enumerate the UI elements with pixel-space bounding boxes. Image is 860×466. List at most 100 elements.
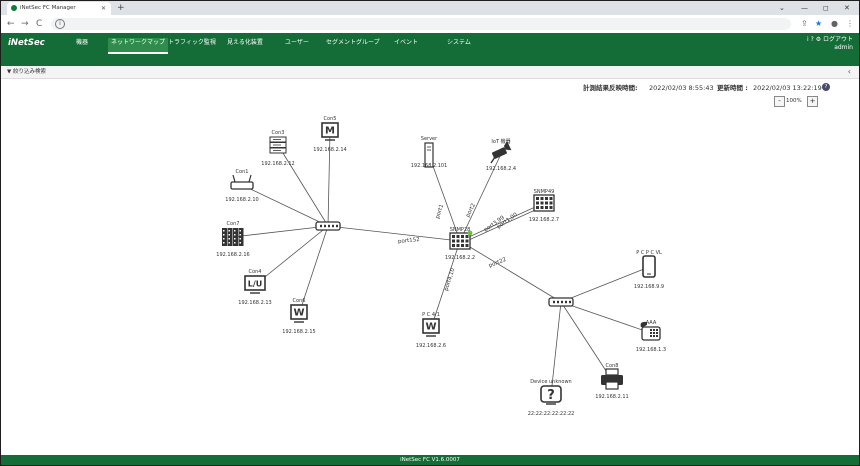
tab-search-icon[interactable]: ⌄ [779,1,785,15]
map-node-hub1[interactable] [315,221,341,231]
bookmark-star-icon[interactable]: ★ [815,17,822,31]
site-info-icon[interactable]: i [55,19,65,29]
nav-visualization-devices[interactable]: 見える化装置 [227,38,263,52]
zoom-out-button[interactable]: - [774,96,785,107]
node-name: Con6 [293,298,306,304]
map-node-printer[interactable]: Con8 192.168.2.11 [595,363,628,400]
links-layer: port152port1 port2port3,99port1,00port4,1… [232,131,652,396]
node-name: AAA [646,320,657,326]
map-node-con1[interactable]: Con1 192.168.2.10 [225,169,258,203]
footer-version: iNetSec FC V1.6.0007 [1,455,859,465]
device-glyph: W [293,308,304,319]
node-ip: 192.168.2.6 [416,343,446,349]
zoom-level: 100% [786,98,802,104]
printer-icon [601,368,623,390]
nav-users[interactable]: ユーザー [285,38,309,52]
map-node-aaa[interactable]: AAA 192.168.1.3 [636,320,666,353]
port-label: port4,10 [444,267,457,292]
core-switch-icon [449,230,473,250]
update-time-value: 2022/02/03 13:22:19 [753,84,822,92]
favicon-icon [11,5,17,11]
node-name: Con4 [249,269,262,275]
update-time-label: 更新時間 : [717,84,748,92]
app-window: iNetSec FC Manager ✕ + ⌄ — ◻ ✕ ← → C i ⇪… [0,0,860,466]
map-node-con6[interactable]: W Con6 192.168.2.15 [282,298,315,335]
node-ip: 192.168.2.7 [529,217,559,223]
browser-tab[interactable]: iNetSec FC Manager ✕ [7,2,111,15]
map-node-hub2[interactable] [548,297,574,307]
url-field[interactable]: i [51,18,791,30]
map-node-phone[interactable]: P C P C VL 192.168.9.9 [634,250,664,290]
node-name: IoT 機器 [491,138,510,145]
device-glyph: ? [547,388,555,403]
link-hub2-aaa [560,301,652,334]
switch-grid-icon [533,194,555,212]
close-tab-icon[interactable]: ✕ [101,2,106,15]
node-ip: 192.168.2.12 [261,161,294,167]
app-logo: iNetSec [8,38,45,48]
map-node-unknown[interactable]: ? Device unknown 22:22:22:22:22:22 [528,379,575,417]
new-tab-button[interactable]: + [117,1,125,15]
map-node-con3[interactable]: Con3 192.168.2.12 [261,130,294,167]
link-hub1-core [327,225,461,242]
maximize-button[interactable]: ◻ [823,1,829,15]
nav-network-map[interactable]: ネットワークマップ [108,38,169,54]
nav-events[interactable]: イベント [394,38,418,52]
map-node-server[interactable]: Server 192.168.2.101 [411,136,448,169]
map-node-con5[interactable]: M Con5 192.168.2.14 [313,116,346,153]
back-icon[interactable]: ← [7,17,15,31]
windows-icon: W [422,318,440,337]
logout-link[interactable]: i ? ⚙ ログアウト [807,36,853,44]
link-hub2-printer [560,301,613,381]
close-window-button[interactable]: ✕ [844,1,850,15]
filter-bar: ▼ 絞り込み検索 ‹ [1,66,859,79]
reload-icon[interactable]: C [36,17,42,31]
nav-segment-groups[interactable]: セグメントグループ [326,38,380,52]
nav-traffic-monitor[interactable]: トラフィック監視 [168,38,216,52]
forward-icon[interactable]: → [21,17,29,31]
switch-icon [548,297,574,307]
filter-search-toggle[interactable]: ▼ 絞り込み検索 [7,67,46,77]
map-node-snmp9[interactable]: SNMP49 192.168.2.7 [529,189,559,223]
header-user-area: i ? ⚙ ログアウト admin [807,36,853,52]
share-icon[interactable]: ⇪ [801,17,808,31]
node-name: SNMP28 [450,227,471,233]
measure-time-value: 2022/02/03 8:55:43 [649,84,714,92]
map-node-iot[interactable]: IoT 機器 192.168.2.4 [486,138,516,172]
map-node-core[interactable]: SNMP28 192.168.2.2 [445,227,475,261]
node-name: Device unknown [530,379,571,385]
tab-title: iNetSec FC Manager [20,5,76,11]
node-name: Server [421,136,438,142]
node-name: Con3 [272,130,285,136]
help-icon[interactable]: ? [822,83,830,91]
app-header: iNetSec 機器 ネットワークマップ トラフィック監視 見える化装置 ユーザ… [1,33,859,66]
node-name: Con7 [227,221,240,227]
node-ip: 192.168.2.16 [216,252,249,258]
network-map-canvas[interactable]: port152port1 port2port3,99port1,00port4,1… [1,107,859,455]
minimize-button[interactable]: — [801,1,808,15]
smartphone-icon [642,255,656,278]
link-hub1-con4 [254,225,329,286]
link-hub1-con7 [232,225,329,238]
collapse-panel-icon[interactable]: ‹ [848,66,851,78]
port-label: port152 [398,237,420,245]
node-ip: 192.168.9.9 [634,284,664,290]
map-node-pc4[interactable]: W P C 4/1 192.168.2.6 [416,312,446,349]
zoom-in-button[interactable]: + [807,96,818,107]
map-node-con4[interactable]: L/U Con4 192.168.2.13 [238,269,271,306]
node-name: Con1 [236,169,249,175]
map-node-con7[interactable]: Con7 192.168.2.16 [216,221,249,258]
profile-icon[interactable]: ● [831,17,838,31]
device-glyph: M [325,126,335,137]
node-name: P C 4/1 [422,312,440,318]
node-name: Con5 [324,116,337,122]
menu-icon[interactable]: ⋮ [846,17,854,31]
nav-devices[interactable]: 機器 [76,38,88,52]
server-icon [269,136,287,154]
node-ip: 22:22:22:22:22:22 [528,411,575,417]
building-icon [222,228,244,246]
mac-icon: M [321,122,339,141]
nav-system[interactable]: システム [447,38,471,52]
node-ip: 192.168.2.11 [595,394,628,400]
node-ip: 192.168.2.13 [238,300,271,306]
